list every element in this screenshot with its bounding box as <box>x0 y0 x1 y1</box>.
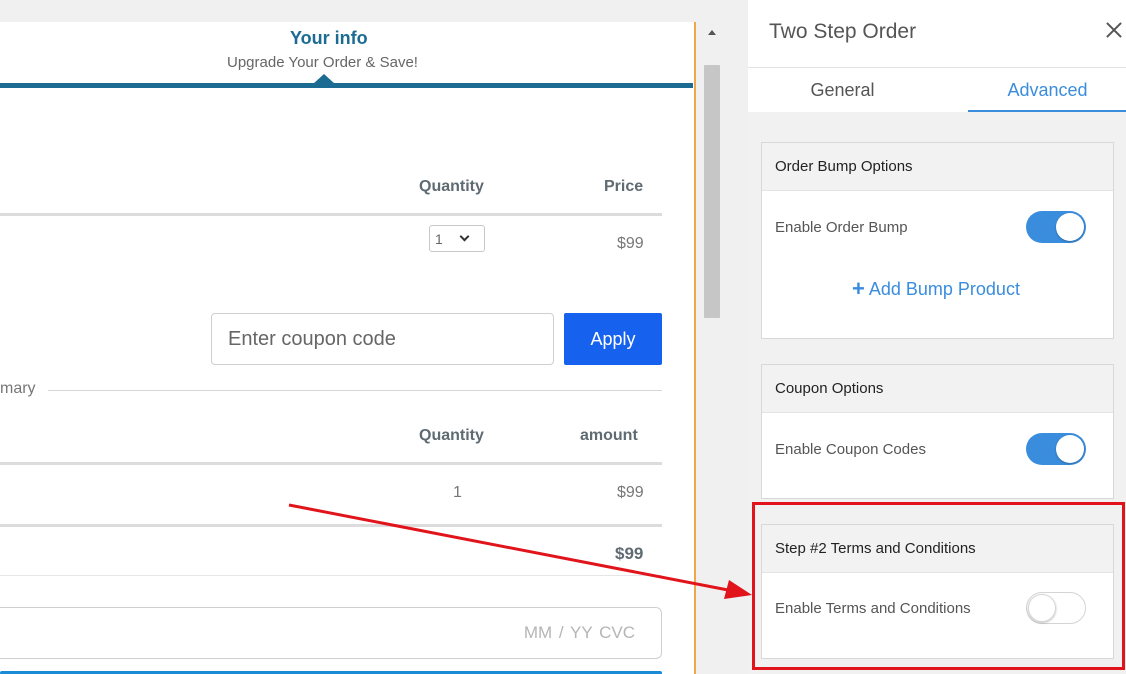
order-quantity-header: Quantity <box>419 178 484 195</box>
quantity-select[interactable]: 1 <box>429 225 485 252</box>
card-details-field[interactable]: MM / YY CVC <box>0 607 662 659</box>
summary-total-divider <box>0 524 662 527</box>
app-root: Your info Upgrade Your Order & Save! Qua… <box>0 0 1126 674</box>
summary-amount-header: amount <box>580 427 638 444</box>
total-bottom-divider <box>0 575 662 576</box>
checkout-preview: Your info Upgrade Your Order & Save! Qua… <box>0 22 694 674</box>
summary-quantity-header: Quantity <box>419 427 484 444</box>
chevron-down-icon <box>459 231 470 242</box>
order-price-header: Price <box>604 178 644 195</box>
tab-general[interactable]: General <box>748 68 937 112</box>
order-price: $99 <box>617 235 644 252</box>
coupon-input[interactable] <box>211 313 554 365</box>
plus-icon: + <box>852 276 865 301</box>
toggle-knob <box>1056 213 1084 241</box>
step-progress-bar <box>0 83 693 88</box>
preview-scrollbar[interactable] <box>702 22 722 674</box>
coupon-codes-toggle[interactable] <box>1026 433 1086 465</box>
annotation-highlight-box <box>752 502 1125 670</box>
order-bump-section-title: Order Bump Options <box>762 143 1113 191</box>
scrollbar-thumb[interactable] <box>704 65 720 318</box>
close-icon[interactable] <box>1103 19 1125 41</box>
order-bump-toggle[interactable] <box>1026 211 1086 243</box>
panel-header: Two Step Order <box>748 0 1126 68</box>
step-title[interactable]: Your info <box>290 28 372 49</box>
panel-title: Two Step Order <box>769 20 917 43</box>
coupon-options-section: Coupon Options Enable Coupon Codes <box>761 364 1114 499</box>
scroll-up-arrow-icon[interactable] <box>708 30 716 35</box>
step-subtitle: Upgrade Your Order & Save! <box>227 54 418 71</box>
summary-divider <box>48 390 662 391</box>
preview-edge-border <box>694 22 696 674</box>
toggle-knob <box>1056 435 1084 463</box>
card-expiry-cvc-placeholder: MM / YY CVC <box>523 623 635 642</box>
summary-total: $99 <box>615 544 644 563</box>
summary-quantity: 1 <box>453 484 462 501</box>
enable-coupon-codes-label: Enable Coupon Codes <box>775 441 926 458</box>
quantity-select-value: 1 <box>435 230 443 247</box>
panel-tabs: General Advanced <box>748 68 1126 112</box>
add-bump-product-link[interactable]: + Add Bump Product <box>852 276 1020 302</box>
coupon-section-title: Coupon Options <box>762 365 1113 413</box>
tab-advanced[interactable]: Advanced <box>968 68 1126 112</box>
enable-order-bump-label: Enable Order Bump <box>775 219 908 236</box>
order-summary-label: mary <box>0 380 36 397</box>
order-header-divider <box>0 213 662 216</box>
order-bump-section: Order Bump Options Enable Order Bump + A… <box>761 142 1114 339</box>
add-bump-product-label: Add Bump Product <box>868 278 1020 299</box>
summary-amount: $99 <box>617 484 644 501</box>
apply-coupon-button[interactable]: Apply <box>564 313 662 365</box>
summary-header-divider <box>0 462 662 465</box>
